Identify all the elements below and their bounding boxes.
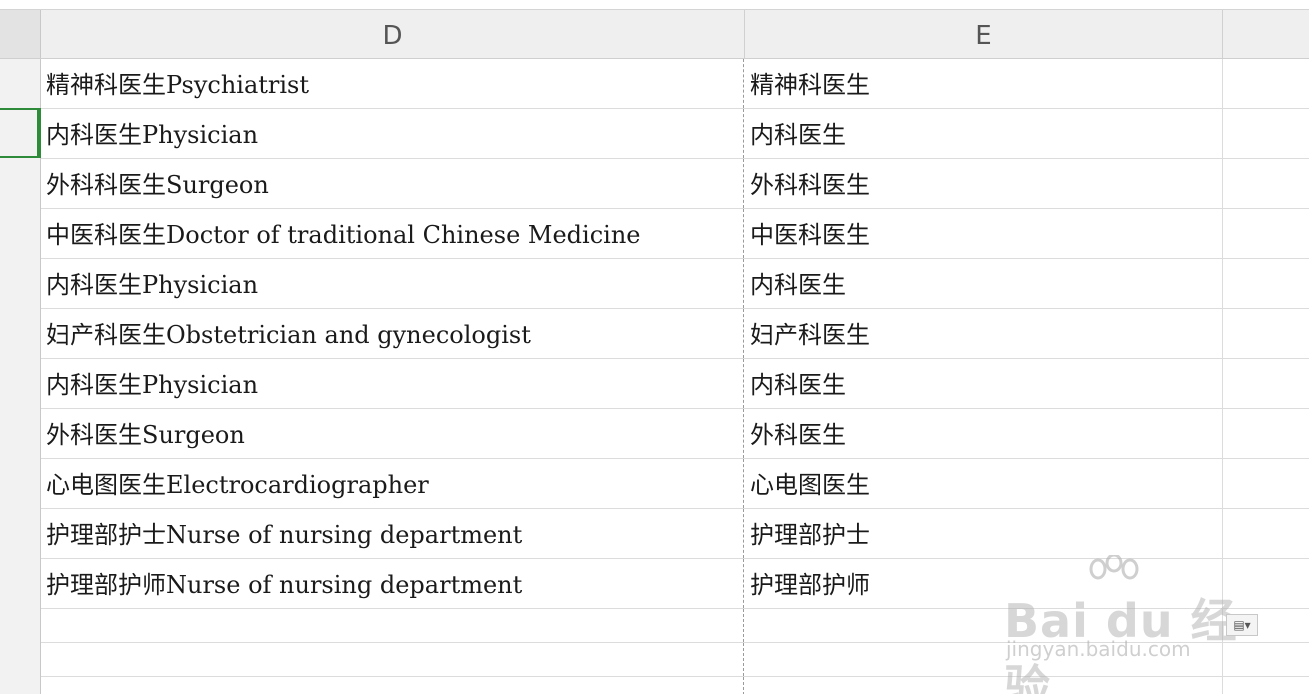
table-row: 外科医生Surgeon 外科医生 <box>41 409 1309 459</box>
cell-d[interactable]: 护理部护士Nurse of nursing department <box>41 509 744 558</box>
column-header-d[interactable]: D <box>41 10 745 58</box>
paste-options-icon: ▤▾ <box>1233 618 1251 632</box>
cell-f[interactable] <box>1223 209 1309 258</box>
table-row: 心电图医生Electrocardiographer 心电图医生 <box>41 459 1309 509</box>
cell-e[interactable]: 心电图医生 <box>745 459 1223 508</box>
column-header-row: D E <box>0 10 1309 59</box>
cell-f[interactable] <box>1223 643 1309 676</box>
cell-e[interactable] <box>745 609 1223 642</box>
cell-f[interactable] <box>1223 359 1309 408</box>
cell-e[interactable]: 外科科医生 <box>745 159 1223 208</box>
cell-e[interactable]: 内科医生 <box>745 259 1223 308</box>
paste-options-button[interactable]: ▤▾ <box>1226 614 1258 636</box>
cell-f[interactable] <box>1223 109 1309 158</box>
cell-d[interactable]: 精神科医生Psychiatrist <box>41 59 744 108</box>
table-row: 内科医生Physician 内科医生 <box>41 259 1309 309</box>
cell-e[interactable]: 妇产科医生 <box>745 309 1223 358</box>
column-header-e[interactable]: E <box>745 10 1223 58</box>
row-header-strip[interactable] <box>0 59 41 694</box>
table-row: 内科医生Physician 内科医生 <box>41 359 1309 409</box>
cell-grid: 精神科医生Psychiatrist 精神科医生 内科医生Physician 内科… <box>41 59 1309 694</box>
table-row: 精神科医生Psychiatrist 精神科医生 <box>41 59 1309 109</box>
cell-d[interactable] <box>41 677 744 694</box>
cell-f[interactable] <box>1223 459 1309 508</box>
cell-f[interactable] <box>1223 559 1309 608</box>
spreadsheet: D E 精神科医生Psychiatrist 精神科医生 内科医生Physicia… <box>0 0 1309 694</box>
column-header-f[interactable] <box>1223 10 1309 58</box>
cell-e[interactable]: 内科医生 <box>745 359 1223 408</box>
cell-f[interactable] <box>1223 159 1309 208</box>
cell-e[interactable]: 精神科医生 <box>745 59 1223 108</box>
cell-d[interactable]: 护理部护师Nurse of nursing department <box>41 559 744 608</box>
cell-f[interactable] <box>1223 409 1309 458</box>
cell-e[interactable]: 中医科医生 <box>745 209 1223 258</box>
table-row <box>41 609 1309 643</box>
table-row: 内科医生Physician 内科医生 <box>41 109 1309 159</box>
table-row: 中医科医生Doctor of traditional Chinese Medic… <box>41 209 1309 259</box>
cell-d[interactable] <box>41 609 744 642</box>
table-row: 护理部护师Nurse of nursing department 护理部护师 <box>41 559 1309 609</box>
cell-d[interactable]: 妇产科医生Obstetrician and gynecologist <box>41 309 744 358</box>
cell-d[interactable]: 心电图医生Electrocardiographer <box>41 459 744 508</box>
cell-e[interactable] <box>745 677 1223 694</box>
cell-d[interactable]: 内科医生Physician <box>41 259 744 308</box>
cell-d[interactable]: 内科医生Physician <box>41 109 744 158</box>
cell-e[interactable]: 护理部护士 <box>745 509 1223 558</box>
table-row <box>41 643 1309 677</box>
cell-f[interactable] <box>1223 259 1309 308</box>
cell-f[interactable] <box>1223 59 1309 108</box>
toolbar-edge <box>0 0 1309 10</box>
cell-e[interactable]: 外科医生 <box>745 409 1223 458</box>
cell-e[interactable]: 内科医生 <box>745 109 1223 158</box>
cell-e[interactable] <box>745 643 1223 676</box>
table-row: 妇产科医生Obstetrician and gynecologist 妇产科医生 <box>41 309 1309 359</box>
cell-d[interactable]: 外科科医生Surgeon <box>41 159 744 208</box>
selected-row-marker <box>37 108 41 158</box>
select-all-corner[interactable] <box>0 10 41 58</box>
cell-d[interactable] <box>41 643 744 676</box>
table-row: 护理部护士Nurse of nursing department 护理部护士 <box>41 509 1309 559</box>
table-row: 外科科医生Surgeon 外科科医生 <box>41 159 1309 209</box>
cell-d[interactable]: 内科医生Physician <box>41 359 744 408</box>
cell-d[interactable]: 中医科医生Doctor of traditional Chinese Medic… <box>41 209 744 258</box>
cell-f[interactable] <box>1223 509 1309 558</box>
cell-f[interactable] <box>1223 677 1309 694</box>
table-row <box>41 677 1309 694</box>
cell-e[interactable]: 护理部护师 <box>745 559 1223 608</box>
cell-d[interactable]: 外科医生Surgeon <box>41 409 744 458</box>
cell-f[interactable] <box>1223 309 1309 358</box>
